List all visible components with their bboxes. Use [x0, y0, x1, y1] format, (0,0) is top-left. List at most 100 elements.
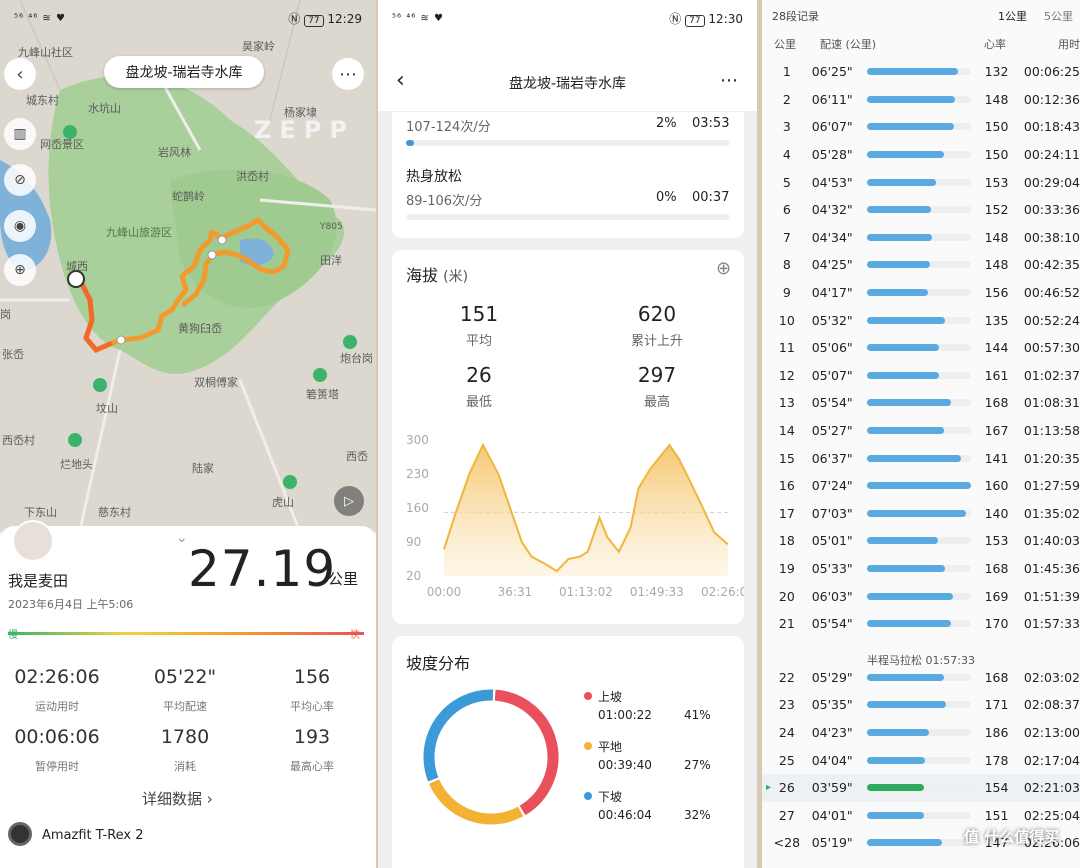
hide-map-icon: ▥ — [13, 126, 27, 142]
x-tick-label: 01:49:33 — [630, 585, 684, 599]
lap-row[interactable]: 19 05'33" 168 01:45:36 — [762, 555, 1080, 583]
locate-button[interactable]: ⊕ — [4, 254, 36, 286]
lap-number: 11 — [778, 340, 795, 356]
zone-time: 00:37 — [692, 190, 730, 205]
stat-value: 156 — [293, 666, 331, 688]
details-link[interactable]: 详细数据 › — [142, 788, 213, 809]
lap-pace: 05'19" — [811, 835, 853, 851]
lap-row[interactable]: 3 06'07" 150 00:18:43 — [762, 113, 1080, 141]
header-pace: 配速 (公里) — [820, 38, 877, 51]
lap-number: 6 — [782, 202, 791, 218]
lap-time: 01:57:33 — [1023, 616, 1080, 632]
lap-number: 5 — [782, 174, 791, 190]
lap-time: 01:02:37 — [1023, 367, 1080, 383]
map-label: 炮台岗 — [340, 352, 373, 365]
lap-row[interactable]: 14 05'27" 167 01:13:58 — [762, 417, 1080, 445]
lap-row[interactable]: 1 06'25" 132 00:06:25 — [762, 58, 1080, 86]
lap-pace-bar-fill — [867, 123, 954, 131]
alt-stat-label: 累计上升 — [630, 334, 683, 349]
slope-name: 下坡 — [598, 790, 623, 804]
lap-pace-bar-fill — [867, 371, 940, 379]
more-button[interactable]: ⋯ — [720, 70, 738, 91]
lap-row[interactable]: 26 03'59" 154 02:21:03 ▸ — [762, 774, 1080, 802]
lap-row[interactable]: 9 04'17" 156 00:46:52 — [762, 279, 1080, 307]
more-dots-icon: ⋯ — [339, 63, 357, 85]
lap-time: 02:13:00 — [1023, 725, 1080, 741]
lap-pace-bar-fill — [867, 565, 946, 573]
lap-time: 00:42:35 — [1023, 257, 1080, 273]
lap-pace-bar — [867, 95, 971, 103]
toggle-markers-button[interactable]: ⊘ — [4, 164, 36, 196]
lap-number: 13 — [778, 395, 795, 411]
stat-value: 00:06:06 — [14, 726, 100, 748]
lap-pace: 05'54" — [811, 395, 853, 411]
eye-icon: ◉ — [13, 218, 27, 234]
lap-time: 00:06:25 — [1023, 64, 1080, 80]
slope-time: 01:00:22 — [598, 708, 652, 722]
lap-time: 00:18:43 — [1023, 119, 1080, 135]
toggle-heatmap-button[interactable]: ▥ — [4, 118, 36, 150]
lap-row[interactable]: 24 04'23" 186 02:13:00 — [762, 719, 1080, 747]
lap-hr: 156 — [984, 285, 1009, 301]
avatar[interactable] — [12, 520, 54, 562]
back-button[interactable]: ‹ — [4, 58, 36, 90]
tab-1km[interactable]: 1公里 — [998, 8, 1027, 24]
zone-time: 03:53 — [692, 116, 730, 131]
lap-hr: 186 — [984, 725, 1009, 741]
lap-row[interactable]: 23 05'35" 171 02:08:37 — [762, 691, 1080, 719]
lap-pace-bar — [867, 729, 971, 737]
zoom-in-icon[interactable]: ⊕ — [716, 258, 731, 279]
lap-row[interactable]: 7 04'34" 148 00:38:10 — [762, 224, 1080, 252]
donut-slice — [423, 689, 494, 782]
lap-row[interactable]: 8 04'25" 148 00:42:35 — [762, 251, 1080, 279]
lap-row[interactable]: 12 05'07" 161 01:02:37 — [762, 362, 1080, 390]
lap-row[interactable]: 17 07'03" 140 01:35:02 — [762, 500, 1080, 528]
lap-pace: 06'07" — [811, 119, 853, 135]
play-icon: ▷ — [344, 493, 354, 509]
collapse-chevron-icon[interactable]: ⌄ — [176, 530, 188, 546]
lap-time: 02:03:02 — [1023, 669, 1080, 685]
lap-pace: 05'29" — [811, 669, 853, 685]
lap-time: 00:29:04 — [1023, 174, 1080, 190]
lap-pace-bar — [867, 344, 971, 352]
lap-row[interactable]: 20 06'03" 169 01:51:39 — [762, 582, 1080, 610]
lap-pace-bar — [867, 289, 971, 297]
view-button[interactable]: ◉ — [4, 210, 36, 242]
play-track-button[interactable]: ▷ — [334, 486, 364, 516]
lap-row[interactable]: 13 05'54" 168 01:08:31 — [762, 389, 1080, 417]
more-button[interactable]: ⋯ — [332, 58, 364, 90]
lap-row[interactable]: 16 07'24" 160 01:27:59 — [762, 472, 1080, 500]
lap-number: 27 — [778, 807, 795, 823]
lap-pace-bar — [867, 123, 971, 131]
lap-pace-bar — [867, 784, 971, 792]
map-label: 城东村 — [26, 94, 59, 107]
lap-row[interactable]: 6 04'32" 152 00:33:36 — [762, 196, 1080, 224]
lap-row[interactable]: 21 05'54" 170 01:57:33 — [762, 610, 1080, 638]
lap-row[interactable]: 2 06'11" 148 00:12:36 — [762, 86, 1080, 114]
device-name[interactable]: Amazfit T-Rex 2 — [42, 828, 144, 843]
lap-row[interactable]: 10 05'32" 135 00:52:24 — [762, 306, 1080, 334]
lap-hr: 135 — [984, 312, 1009, 328]
map-label: 昊家岭 — [242, 40, 275, 53]
lap-row[interactable]: 15 06'37" 141 01:20:35 — [762, 444, 1080, 472]
lap-hr: 148 — [984, 257, 1009, 273]
lap-number: 17 — [778, 505, 795, 521]
lap-row[interactable]: 18 05'01" 153 01:40:03 — [762, 527, 1080, 555]
lap-pace: 04'53" — [811, 174, 853, 190]
lap-hr: 170 — [984, 616, 1009, 632]
lap-row[interactable]: 11 05'06" 144 00:57:30 — [762, 334, 1080, 362]
lap-pace: 05'01" — [811, 533, 853, 549]
lap-row[interactable]: 25 04'04" 178 02:17:04 — [762, 746, 1080, 774]
slope-name: 上坡 — [598, 690, 623, 704]
lap-hr: 168 — [984, 561, 1009, 577]
altitude-chart[interactable]: 300 230 160 90 20 00:00 36:31 01:13:02 01:49:33 0… — [392, 428, 744, 608]
lap-time: 00:57:30 — [1023, 340, 1080, 356]
lap-pace: 04'25" — [811, 257, 853, 273]
summary-sheet: ⌄ 我是麦田 2023年6月4日 上午5:06 27.19 公里 慢 快 02:… — [0, 520, 376, 868]
lap-row[interactable]: 4 05'28" 150 00:24:11 — [762, 141, 1080, 169]
lap-row[interactable]: 5 04'53" 153 00:29:04 — [762, 168, 1080, 196]
lap-number: 16 — [778, 478, 795, 494]
tab-5km[interactable]: 5公里 — [1044, 8, 1073, 24]
lap-number: 12 — [778, 367, 795, 383]
lap-pace: 05'32" — [811, 312, 853, 328]
